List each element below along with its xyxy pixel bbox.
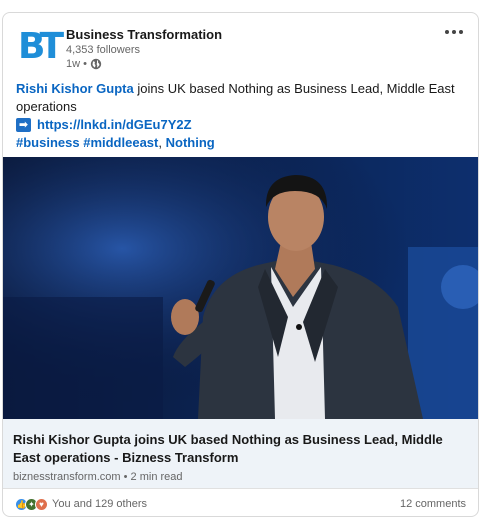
follower-count: 4,353 followers [66, 44, 140, 56]
link-line: ➡ https://lnkd.in/dGEu7Y2Z [16, 116, 471, 134]
article-source: biznesstransform.com • 2 min read [13, 471, 183, 483]
reaction-icons: 👍 ✦ ♥ [15, 497, 48, 511]
reactions-summary[interactable]: 👍 ✦ ♥ You and 129 others [15, 497, 148, 511]
feed-post-card: BT Business Transformation 4,353 followe… [2, 12, 479, 517]
company-logo[interactable]: BT [16, 27, 64, 67]
article-title[interactable]: Rishi Kishor Gupta joins UK based Nothin… [13, 431, 468, 467]
article-preview[interactable]: Rishi Kishor Gupta joins UK based Nothin… [3, 419, 478, 489]
author-name[interactable]: Business Transformation [66, 27, 222, 42]
post-header: BT Business Transformation 4,353 followe… [3, 13, 478, 75]
speaker-photo [3, 157, 478, 419]
globe-icon [90, 58, 102, 70]
post-time: 1w • [66, 58, 87, 70]
mention-link[interactable]: Rishi Kishor Gupta [16, 81, 134, 96]
more-dot [459, 30, 463, 34]
social-counts: 👍 ✦ ♥ You and 129 others 12 comments [3, 491, 478, 516]
hashtag-business[interactable]: #business [16, 135, 80, 150]
love-icon: ♥ [35, 497, 48, 511]
article-image[interactable] [3, 157, 478, 419]
more-dot [452, 30, 456, 34]
more-options-button[interactable] [440, 23, 468, 41]
arrow-right-icon: ➡ [16, 118, 31, 132]
hashtag-separator: , [158, 135, 166, 150]
hashtags: #business #middleeast, Nothing [16, 134, 471, 152]
reactions-count: You and 129 others [52, 498, 148, 510]
post-meta: 1w • [66, 58, 102, 70]
mention-nothing[interactable]: Nothing [166, 135, 215, 150]
more-horizontal-icon [445, 30, 449, 34]
hashtag-middleeast[interactable]: #middleeast [83, 135, 158, 150]
post-commentary: Rishi Kishor Gupta joins UK based Nothin… [16, 80, 471, 152]
comments-count[interactable]: 12 comments [400, 498, 466, 510]
short-link[interactable]: https://lnkd.in/dGEu7Y2Z [37, 116, 192, 134]
post-headline: Rishi Kishor Gupta joins UK based Nothin… [16, 80, 471, 116]
